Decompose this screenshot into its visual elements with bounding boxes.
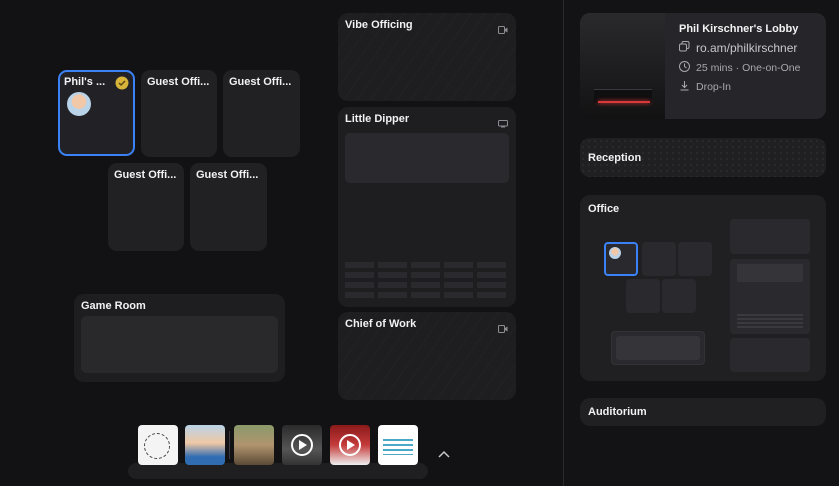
workbook-sketch bbox=[144, 433, 170, 459]
lobby-card[interactable]: Phil Kirschner's Lobby ro.am/philkirschn… bbox=[580, 13, 826, 119]
dock-app-document[interactable] bbox=[378, 425, 418, 465]
desk-guest-office-4[interactable]: Guest Offi... bbox=[190, 163, 267, 251]
room-title: Little Dipper bbox=[345, 113, 410, 125]
desk-guest-office-1[interactable]: Guest Offi... bbox=[141, 70, 217, 157]
room-vibe-officing[interactable]: Vibe Officing bbox=[338, 13, 516, 101]
camera-icon bbox=[498, 21, 508, 34]
desk-phils[interactable]: Phil's ... bbox=[58, 70, 135, 156]
room-title: Vibe Officing bbox=[345, 19, 413, 31]
seating-grid bbox=[345, 262, 509, 300]
app-dock bbox=[128, 463, 428, 479]
room-title: Reception bbox=[588, 152, 642, 164]
verified-badge-icon bbox=[115, 76, 129, 90]
camera-icon bbox=[498, 320, 508, 333]
room-auditorium[interactable]: Auditorium bbox=[580, 398, 826, 426]
chevron-up-icon[interactable] bbox=[437, 446, 451, 458]
office-room-bottom[interactable] bbox=[730, 338, 810, 372]
lobby-info: Phil Kirschner's Lobby ro.am/philkirschn… bbox=[665, 13, 826, 119]
copy-icon[interactable] bbox=[679, 41, 690, 55]
room-title: Chief of Work bbox=[345, 318, 417, 330]
dock-app-video-2[interactable] bbox=[330, 425, 370, 465]
lobby-dropin-row[interactable]: Drop-In bbox=[679, 80, 731, 94]
lobby-link-row[interactable]: ro.am/philkirschner bbox=[679, 41, 797, 55]
doc-text-lines bbox=[383, 439, 413, 455]
room-chief-of-work[interactable]: Chief of Work bbox=[338, 312, 516, 400]
desk-label: Guest Offi... bbox=[114, 169, 177, 181]
office-room-middle[interactable] bbox=[730, 259, 810, 334]
lobby-light bbox=[598, 101, 650, 103]
play-icon[interactable] bbox=[339, 434, 361, 456]
office-desk[interactable] bbox=[642, 242, 676, 276]
avatar[interactable] bbox=[67, 92, 91, 116]
dock-app-photo-person[interactable] bbox=[185, 425, 225, 465]
lobby-title: Phil Kirschner's Lobby bbox=[679, 23, 799, 35]
right-panel: Phil Kirschner's Lobby ro.am/philkirschn… bbox=[563, 0, 839, 486]
play-icon[interactable] bbox=[291, 434, 313, 456]
lobby-meeting-row: 25 mins · One-on-One bbox=[679, 61, 800, 75]
dock-separator bbox=[229, 431, 230, 459]
desk-guest-office-3[interactable]: Guest Offi... bbox=[108, 163, 184, 251]
screen-area bbox=[345, 133, 509, 183]
office-room-top[interactable] bbox=[730, 219, 810, 254]
clock-icon bbox=[679, 61, 690, 75]
lobby-dropin[interactable]: Drop-In bbox=[696, 81, 731, 93]
room-office[interactable]: Office bbox=[580, 195, 826, 381]
download-icon bbox=[679, 80, 690, 94]
office-desk[interactable] bbox=[626, 279, 660, 313]
office-table bbox=[611, 331, 705, 365]
lobby-meeting: 25 mins · One-on-One bbox=[696, 62, 801, 74]
dock-app-video-1[interactable] bbox=[282, 425, 322, 465]
office-desk[interactable] bbox=[678, 242, 712, 276]
office-desk-selected[interactable] bbox=[604, 242, 638, 276]
room-title: Office bbox=[588, 203, 620, 215]
room-reception[interactable]: Reception bbox=[580, 138, 826, 177]
desk-label: Guest Offi... bbox=[196, 169, 259, 181]
room-game-room[interactable]: Game Room bbox=[74, 294, 285, 382]
lobby-link[interactable]: ro.am/philkirschner bbox=[696, 41, 797, 55]
screen-icon bbox=[498, 115, 508, 128]
room-title: Game Room bbox=[81, 300, 146, 312]
game-table bbox=[81, 316, 278, 373]
dock-app-workbook[interactable] bbox=[138, 425, 178, 465]
room-little-dipper[interactable]: Little Dipper bbox=[338, 107, 516, 307]
avatar bbox=[609, 247, 621, 259]
dock-app-group-photo[interactable] bbox=[234, 425, 274, 465]
desk-label: Guest Offi... bbox=[229, 76, 292, 88]
lobby-image bbox=[580, 13, 665, 119]
desk-label: Phil's ... bbox=[64, 76, 106, 88]
room-title: Auditorium bbox=[588, 406, 647, 418]
office-desk[interactable] bbox=[662, 279, 696, 313]
desk-guest-office-2[interactable]: Guest Offi... bbox=[223, 70, 300, 157]
desk-label: Guest Offi... bbox=[147, 76, 210, 88]
